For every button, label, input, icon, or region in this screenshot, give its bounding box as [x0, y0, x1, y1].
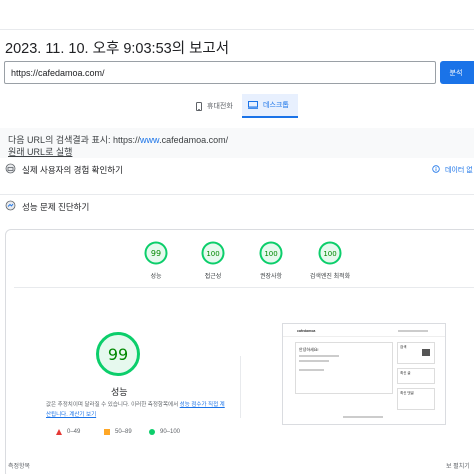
diagnose-icon: [5, 198, 16, 216]
gauge-label: 성능: [150, 274, 162, 280]
gauge-label: 권장사항: [259, 274, 283, 280]
svg-text:100: 100: [206, 250, 219, 258]
url-field-container[interactable]: [4, 61, 436, 84]
score-gauge-accessibility[interactable]: 100 접근성: [198, 241, 228, 280]
svg-text:100: 100: [264, 250, 277, 258]
performance-description: 값은 추정치이며 달라질 수 있습니다. 이러한 측정항목에서 성능 점수가 직…: [46, 402, 225, 418]
thumbnail-nav: [398, 330, 428, 332]
smartphone-icon: [196, 101, 202, 111]
tab-mobile-label: 휴대전화: [207, 103, 233, 110]
page-screenshot-thumbnail: cafedamoa 안녕하세요! 검색 최신 글 최신 댓글: [282, 323, 446, 425]
no-data-link[interactable]: 데이터 없: [432, 165, 473, 175]
expand-view-toggle[interactable]: 보 펼치기: [446, 461, 470, 470]
legend-fail: 0–49: [56, 429, 80, 435]
pass-circle-icon: [149, 429, 155, 435]
gauge-label: 검색엔진 최적화: [309, 274, 351, 280]
tab-desktop-label: 데스크톱: [263, 102, 289, 109]
field-data-title: 실제 사용자의 경험 확인하기: [22, 165, 123, 175]
url-input[interactable]: [5, 62, 435, 83]
score-gauge-best-practices[interactable]: 100 권장사항: [256, 241, 286, 280]
tab-desktop[interactable]: 데스크톱: [242, 94, 298, 118]
tab-mobile[interactable]: 휴대전화: [190, 94, 239, 118]
performance-big-gauge: 99: [95, 331, 141, 377]
info-icon: [432, 165, 440, 175]
score-gauge-seo[interactable]: 100 검색엔진 최적화: [310, 241, 350, 280]
vertical-divider: [240, 356, 241, 418]
top-divider: [0, 29, 474, 30]
url-highlight: www: [140, 135, 160, 145]
legend-pass: 90–100: [149, 429, 180, 435]
thumbnail-heading: 안녕하세요!: [299, 347, 319, 352]
original-url-link[interactable]: 원래 URL로 실행: [8, 145, 72, 158]
svg-text:99: 99: [151, 249, 161, 258]
thumbnail-logo: cafedamoa: [297, 329, 316, 333]
desktop-icon: [248, 101, 258, 109]
crux-icon: [5, 161, 16, 179]
average-square-icon: [104, 429, 110, 435]
analyze-button[interactable]: 분석: [440, 61, 474, 84]
svg-text:99: 99: [108, 345, 128, 364]
section-divider: [0, 194, 474, 195]
fail-triangle-icon: [56, 429, 62, 435]
diagnose-title: 성능 문제 진단하기: [22, 202, 90, 212]
panel-divider: [14, 287, 474, 288]
score-gauge-performance[interactable]: 99 성능: [141, 241, 171, 280]
performance-label: 성능: [111, 387, 128, 397]
metrics-heading: 측정항목: [8, 464, 31, 470]
gauge-label: 접근성: [204, 274, 222, 280]
report-title: 2023. 11. 10. 오후 9:03:53의 보고서: [5, 41, 230, 57]
legend-average: 50–89: [104, 429, 132, 435]
svg-text:100: 100: [323, 250, 336, 258]
